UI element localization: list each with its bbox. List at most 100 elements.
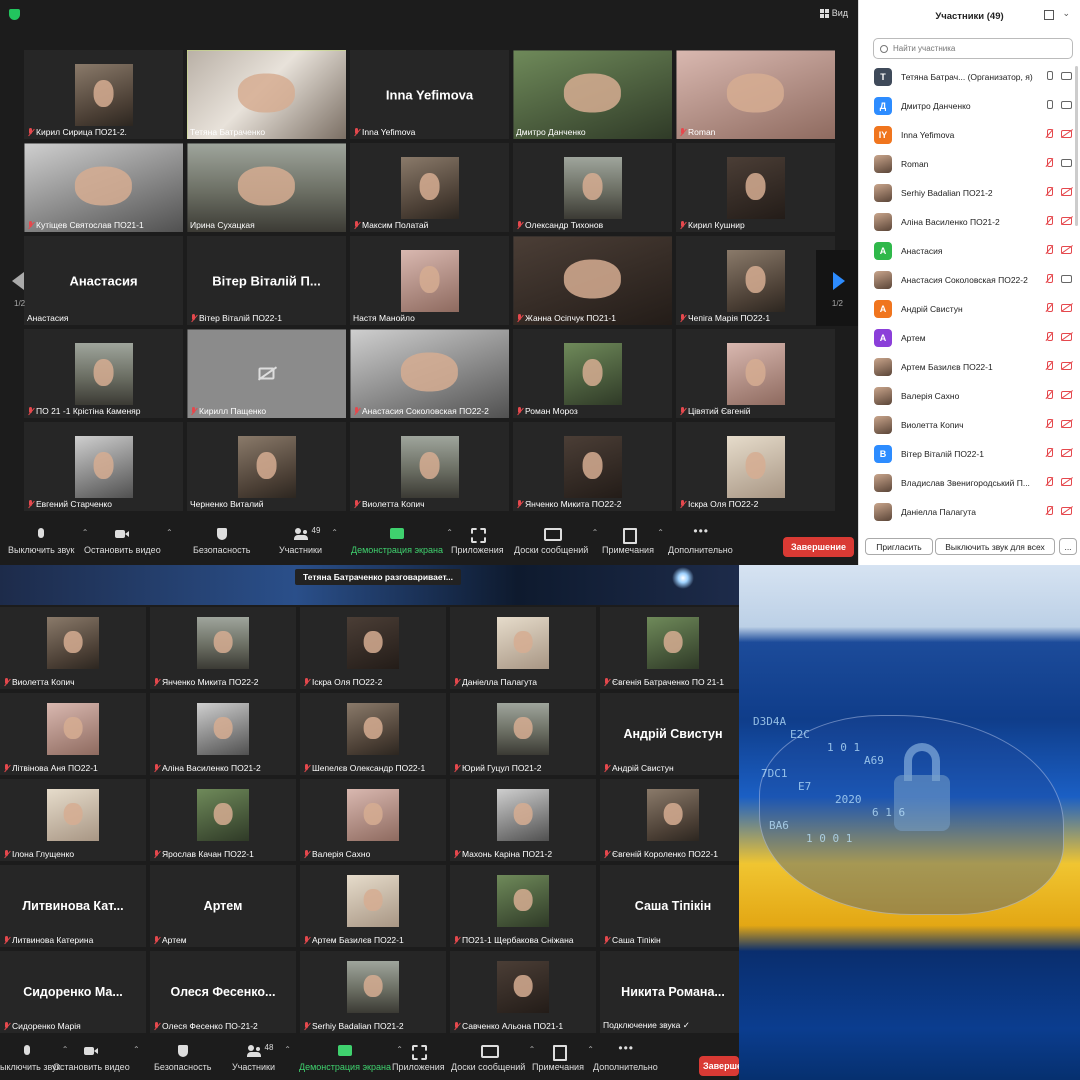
video-tile[interactable]: Литвинова Кат... Литвинова Катерина bbox=[0, 865, 146, 947]
video-tile[interactable]: Олександр Тихонов bbox=[513, 143, 672, 232]
mute-button[interactable]: Выключить звук ⌃ bbox=[0, 1045, 69, 1072]
video-tile[interactable]: Артем Базилєв ПО22-1 bbox=[300, 865, 446, 947]
participant-row[interactable]: Виолетта Копич bbox=[859, 410, 1080, 439]
participant-row[interactable]: A Андрій Свистун bbox=[859, 294, 1080, 323]
video-tile[interactable]: Іскра Оля ПО22-2 bbox=[300, 607, 446, 689]
camera-icon[interactable] bbox=[1061, 101, 1072, 109]
camera-icon[interactable] bbox=[1061, 159, 1072, 167]
video-tile[interactable]: Андрій Свистун Андрій Свистун bbox=[600, 693, 739, 775]
apps-button[interactable]: Приложения bbox=[392, 1045, 445, 1072]
camera-off-icon[interactable] bbox=[1061, 333, 1072, 341]
video-tile[interactable]: Олеся Фесенко... Олеся Фесенко ПО-21-2 bbox=[150, 951, 296, 1033]
video-tile[interactable]: Ирина Сухацкая bbox=[187, 143, 346, 232]
end-meeting-button[interactable]: Завершени bbox=[699, 1056, 739, 1076]
muted-microphone-icon[interactable] bbox=[1045, 187, 1053, 197]
search-input[interactable] bbox=[893, 44, 1063, 53]
muted-microphone-icon[interactable] bbox=[1045, 419, 1053, 429]
view-button[interactable]: Вид bbox=[819, 8, 848, 18]
more-button[interactable]: Дополнительно bbox=[668, 524, 733, 555]
video-tile[interactable]: Юрий Гуцул ПО21-2 bbox=[450, 693, 596, 775]
video-tile[interactable]: Шепелєв Олександр ПО22-1 bbox=[300, 693, 446, 775]
video-tile[interactable]: Кирил Сирица ПО21-2. bbox=[24, 50, 183, 139]
video-tile[interactable]: Ілона Глущенко bbox=[0, 779, 146, 861]
mute-button[interactable]: Выключить звук ⌃ bbox=[8, 528, 89, 555]
video-tile[interactable]: Аліна Василенко ПО21-2 bbox=[150, 693, 296, 775]
video-tile[interactable]: Євгеній Короленко ПО22-1 bbox=[600, 779, 739, 861]
stop-video-button[interactable]: Остановить видео ⌃ bbox=[53, 1045, 140, 1072]
camera-off-icon[interactable] bbox=[1061, 507, 1072, 515]
camera-off-icon[interactable] bbox=[1061, 130, 1072, 138]
next-page-arrow-icon[interactable] bbox=[833, 272, 845, 290]
video-tile[interactable]: Літвінова Аня ПО22-1 bbox=[0, 693, 146, 775]
participant-row[interactable]: T Тетяна Батрач... (Организатор, я) bbox=[859, 62, 1080, 91]
muted-microphone-icon[interactable] bbox=[1045, 245, 1053, 255]
video-tile[interactable]: Цівятий Євгеній bbox=[676, 329, 835, 418]
muted-microphone-icon[interactable] bbox=[1045, 448, 1053, 458]
video-tile[interactable]: Виолетта Копич bbox=[0, 607, 146, 689]
participant-row[interactable]: Валерія Сахно bbox=[859, 381, 1080, 410]
video-tile[interactable]: Даніелла Палагута bbox=[450, 607, 596, 689]
participant-row[interactable]: Даніелла Палагута bbox=[859, 497, 1080, 526]
muted-microphone-icon[interactable] bbox=[1045, 332, 1053, 342]
participant-row[interactable]: A Артем bbox=[859, 323, 1080, 352]
muted-microphone-icon[interactable] bbox=[1045, 477, 1053, 487]
camera-off-icon[interactable] bbox=[1061, 217, 1072, 225]
muted-microphone-icon[interactable] bbox=[1045, 274, 1053, 284]
camera-off-icon[interactable] bbox=[1061, 420, 1072, 428]
invite-button[interactable]: Пригласить bbox=[865, 538, 933, 555]
video-tile[interactable]: Кутіщев Святослав ПО21-1 bbox=[24, 143, 183, 232]
video-tile[interactable]: Ярослав Качан ПО22-1 bbox=[150, 779, 296, 861]
camera-off-icon[interactable] bbox=[1061, 478, 1072, 486]
participant-row[interactable]: Д Дмитро Данченко bbox=[859, 91, 1080, 120]
video-tile[interactable]: Жанна Осіпчук ПО21-1 bbox=[513, 236, 672, 325]
video-tile[interactable]: Serhiy Badalian ПО21-2 bbox=[300, 951, 446, 1033]
video-tile[interactable]: Саша Тіпікін Саша Тіпікін bbox=[600, 865, 739, 947]
video-tile[interactable]: Сидоренко Ма... Сидоренко Марія bbox=[0, 951, 146, 1033]
video-tile[interactable]: Inna Yefimova Inna Yefimova bbox=[350, 50, 509, 139]
camera-icon[interactable] bbox=[1061, 275, 1072, 283]
video-tile[interactable]: Дмитро Данченко bbox=[513, 50, 672, 139]
camera-off-icon[interactable] bbox=[1061, 188, 1072, 196]
notes-button[interactable]: Примечания ⌃ bbox=[532, 1045, 594, 1072]
whiteboards-button[interactable]: Доски сообщений ⌃ bbox=[451, 1045, 535, 1072]
participant-search[interactable] bbox=[873, 38, 1073, 59]
end-meeting-button[interactable]: Завершение bbox=[783, 537, 855, 557]
video-tile[interactable]: Валерія Сахно bbox=[300, 779, 446, 861]
camera-icon[interactable] bbox=[1061, 72, 1072, 80]
video-tile[interactable]: Вітер Віталій П... Вітер Віталій ПО22-1 bbox=[187, 236, 346, 325]
video-tile[interactable]: Янченко Микита ПО22-2 bbox=[513, 422, 672, 511]
video-tile[interactable]: Настя Манойло bbox=[350, 236, 509, 325]
video-tile[interactable]: Янченко Микита ПО22-2 bbox=[150, 607, 296, 689]
participant-row[interactable]: Артем Базилєв ПО22-1 bbox=[859, 352, 1080, 381]
video-tile[interactable]: Іскра Оля ПО22-2 bbox=[676, 422, 835, 511]
participant-row[interactable]: Анастасия Соколовская ПО22-2 bbox=[859, 265, 1080, 294]
chevron-up-icon[interactable]: ⌃ bbox=[166, 528, 173, 537]
participants-button[interactable]: 49 Участники ⌃ bbox=[279, 526, 338, 555]
video-tile[interactable]: ПО 21 -1 Крістіна Каменяр bbox=[24, 329, 183, 418]
camera-off-icon[interactable] bbox=[1061, 362, 1072, 370]
video-tile[interactable]: Тетяна Батраченко bbox=[187, 50, 346, 139]
video-tile[interactable]: Артем Артем bbox=[150, 865, 296, 947]
chevron-up-icon[interactable]: ⌃ bbox=[284, 1045, 291, 1054]
chevron-down-icon[interactable]: ⌄ bbox=[1062, 8, 1070, 19]
notes-button[interactable]: Примечания ⌃ bbox=[602, 528, 664, 555]
video-tile[interactable]: Анастасия Анастасия bbox=[24, 236, 183, 325]
muted-microphone-icon[interactable] bbox=[1045, 390, 1053, 400]
previous-page-arrow-icon[interactable] bbox=[12, 272, 24, 290]
participant-row[interactable]: Аліна Василенко ПО21-2 bbox=[859, 207, 1080, 236]
microphone-icon[interactable] bbox=[1045, 100, 1053, 110]
popout-icon[interactable] bbox=[1044, 10, 1054, 20]
mute-all-button[interactable]: Выключить звук для всех bbox=[935, 538, 1055, 555]
video-tile[interactable]: Кирил Кушнир bbox=[676, 143, 835, 232]
camera-off-icon[interactable] bbox=[1061, 304, 1072, 312]
security-button[interactable]: Безопасность bbox=[154, 1045, 211, 1072]
apps-button[interactable]: Приложения bbox=[451, 528, 504, 555]
camera-off-icon[interactable] bbox=[1061, 449, 1072, 457]
share-screen-button[interactable]: Демонстрация экрана ⌃ bbox=[299, 1045, 403, 1072]
camera-off-icon[interactable] bbox=[1061, 246, 1072, 254]
participant-row[interactable]: IY Inna Yefimova bbox=[859, 120, 1080, 149]
chevron-up-icon[interactable]: ⌃ bbox=[592, 528, 599, 537]
video-tile[interactable]: Савченко Альона ПО21-1 bbox=[450, 951, 596, 1033]
participant-row[interactable]: A Анастасия bbox=[859, 236, 1080, 265]
scrollbar[interactable] bbox=[1075, 66, 1078, 226]
